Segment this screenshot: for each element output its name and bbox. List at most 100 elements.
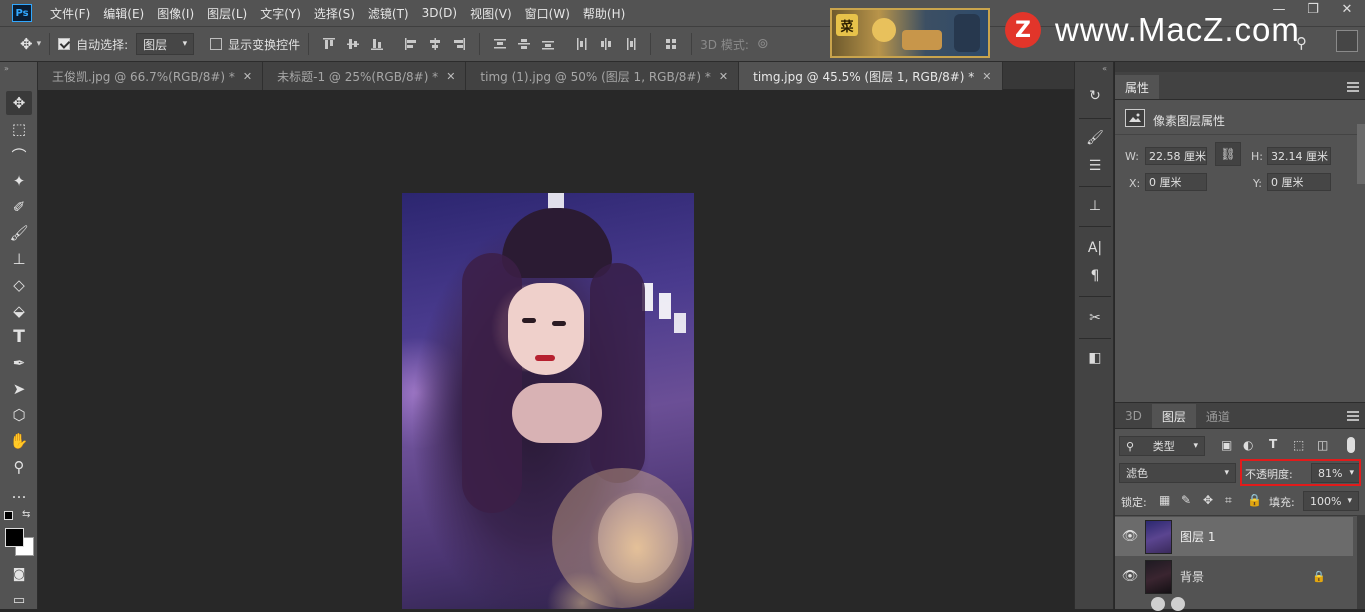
magic-wand-tool-icon[interactable]: ✦ xyxy=(6,169,32,193)
screen-mode-icon[interactable]: ▭ xyxy=(6,588,32,612)
show-transform-checkbox[interactable] xyxy=(210,38,223,50)
foreground-color-swatch[interactable] xyxy=(5,528,24,547)
layer-name[interactable]: 图层 1 xyxy=(1180,528,1215,545)
auto-select-dropdown[interactable]: 图层 ▾ xyxy=(136,33,195,55)
layer-filter-dropdown[interactable]: ⚲ 类型 ▾ xyxy=(1119,436,1205,456)
collapse-icon[interactable]: « xyxy=(1102,64,1107,73)
lock-position-icon[interactable]: ✥ xyxy=(1203,493,1213,507)
menu-view[interactable]: 视图(V) xyxy=(470,5,512,22)
swap-colors-icon[interactable]: ⇆ xyxy=(22,509,30,520)
filter-adjustment-icon[interactable]: ◐ xyxy=(1243,438,1253,452)
align-hcenter-icon[interactable] xyxy=(428,37,442,51)
search-icon[interactable]: ⚲ xyxy=(1296,34,1307,52)
height-field[interactable]: 32.14 厘米 xyxy=(1267,147,1331,165)
move-tool-icon[interactable]: ✥ xyxy=(6,91,32,115)
distribute-left-icon[interactable] xyxy=(575,37,589,51)
y-field[interactable]: 0 厘米 xyxy=(1267,173,1331,191)
menu-filter[interactable]: 滤镜(T) xyxy=(368,5,409,22)
align-bottom-icon[interactable] xyxy=(370,37,384,51)
filter-shape-icon[interactable]: ⬚ xyxy=(1293,438,1304,452)
align-right-icon[interactable] xyxy=(452,37,466,51)
orbit-3d-icon[interactable]: ⊚ xyxy=(757,36,769,52)
layer-row[interactable]: 👁 背景 🔒 xyxy=(1115,557,1353,596)
more-tools-icon[interactable]: … xyxy=(6,481,32,505)
menu-image[interactable]: 图像(I) xyxy=(157,5,194,22)
menu-3d[interactable]: 3D(D) xyxy=(422,6,457,20)
paint-bucket-tool-icon[interactable]: ⬙ xyxy=(6,299,32,323)
navigator-icon[interactable]: ◧ xyxy=(1085,348,1105,368)
filter-type-icon[interactable]: T xyxy=(1269,437,1277,451)
close-icon[interactable]: ✕ xyxy=(243,70,252,83)
canvas-area[interactable] xyxy=(38,90,1074,609)
panel-menu-icon[interactable] xyxy=(1347,411,1359,421)
close-icon[interactable]: ✕ xyxy=(719,70,728,83)
pen-tool-icon[interactable]: ✒ xyxy=(6,351,32,375)
menu-file[interactable]: 文件(F) xyxy=(50,5,90,22)
panel-menu-icon[interactable] xyxy=(1347,82,1359,92)
distribute-right-icon[interactable] xyxy=(623,37,637,51)
tab-channels[interactable]: 通道 xyxy=(1196,404,1240,428)
menu-edit[interactable]: 编辑(E) xyxy=(103,5,144,22)
eyedropper-tool-icon[interactable]: ✐ xyxy=(6,195,32,219)
tab-layers[interactable]: 图层 xyxy=(1151,404,1196,428)
filter-smart-object-icon[interactable]: ◫ xyxy=(1317,438,1328,452)
close-icon[interactable]: ✕ xyxy=(982,70,991,83)
distribute-hcenter-icon[interactable] xyxy=(599,37,613,51)
layer-name[interactable]: 背景 xyxy=(1180,568,1300,585)
workspace-icon[interactable] xyxy=(1336,30,1358,52)
align-left-icon[interactable] xyxy=(404,37,418,51)
tab-doc-3[interactable]: timg (1).jpg @ 50% (图层 1, RGB/8#) * ✕ xyxy=(466,62,740,90)
distribute-bottom-icon[interactable] xyxy=(541,37,555,51)
stamp-tool-icon[interactable]: ⊥ xyxy=(6,247,32,271)
brush-tool-icon[interactable]: 🖌 xyxy=(6,221,32,245)
fill-field[interactable]: 100% ▾ xyxy=(1303,491,1359,511)
width-field[interactable]: 22.58 厘米 xyxy=(1145,147,1207,165)
visibility-eye-icon[interactable]: 👁 xyxy=(1115,569,1145,584)
menu-help[interactable]: 帮助(H) xyxy=(583,5,625,22)
paragraph-icon[interactable]: ¶ xyxy=(1085,266,1105,286)
align-vcenter-icon[interactable] xyxy=(346,37,360,51)
default-colors-icon[interactable] xyxy=(4,511,13,520)
close-window-button[interactable]: ✕ xyxy=(1330,0,1364,18)
zoom-tool-icon[interactable]: ⚲ xyxy=(6,455,32,479)
eraser-tool-icon[interactable]: ◇ xyxy=(6,273,32,297)
lock-transparency-icon[interactable]: ▦ xyxy=(1159,493,1170,507)
hand-tool-icon[interactable]: ✋ xyxy=(6,429,32,453)
path-select-tool-icon[interactable]: ➤ xyxy=(6,377,32,401)
lasso-tool-icon[interactable]: ⌒ xyxy=(6,143,32,167)
menu-type[interactable]: 文字(Y) xyxy=(260,5,301,22)
tab-doc-4[interactable]: timg.jpg @ 45.5% (图层 1, RGB/8#) * ✕ xyxy=(739,62,1003,90)
tab-3d[interactable]: 3D xyxy=(1115,404,1152,428)
restore-button[interactable]: ❐ xyxy=(1296,0,1330,18)
marquee-tool-icon[interactable]: ⬚ xyxy=(6,117,32,141)
tool-presets-icon[interactable]: ✂ xyxy=(1085,308,1105,328)
clone-source-icon[interactable]: ⊥ xyxy=(1085,196,1105,216)
filter-toggle-icon[interactable] xyxy=(1347,437,1355,453)
character-icon[interactable]: A| xyxy=(1085,238,1105,258)
menu-window[interactable]: 窗口(W) xyxy=(525,5,570,22)
move-tool-icon[interactable]: ✥ xyxy=(20,35,33,53)
lock-artboard-icon[interactable]: ⌗ xyxy=(1225,493,1232,508)
auto-align-icon[interactable] xyxy=(664,37,678,51)
history-icon[interactable]: ↻ xyxy=(1085,86,1105,106)
align-top-icon[interactable] xyxy=(322,37,336,51)
link-icon[interactable]: ⛓ xyxy=(1215,142,1241,166)
visibility-eye-icon[interactable]: 👁 xyxy=(1115,529,1145,544)
tab-properties[interactable]: 属性 xyxy=(1115,75,1160,99)
adjustments-icon[interactable]: ☰ xyxy=(1085,156,1105,176)
close-icon[interactable]: ✕ xyxy=(446,70,455,83)
tab-doc-1[interactable]: 王俊凯.jpg @ 66.7%(RGB/8#) * ✕ xyxy=(38,62,264,90)
lock-all-icon[interactable]: 🔒 xyxy=(1247,493,1262,507)
tab-doc-2[interactable]: 未标题-1 @ 25%(RGB/8#) * ✕ xyxy=(263,62,467,90)
lock-pixels-icon[interactable]: ✎ xyxy=(1181,493,1191,507)
distribute-vcenter-icon[interactable] xyxy=(517,37,531,51)
layers-scrollbar[interactable] xyxy=(1357,515,1365,609)
x-field[interactable]: 0 厘米 xyxy=(1145,173,1207,191)
menu-layer[interactable]: 图层(L) xyxy=(207,5,247,22)
menu-select[interactable]: 选择(S) xyxy=(314,5,355,22)
quick-mask-icon[interactable]: ◙ xyxy=(6,562,32,586)
distribute-top-icon[interactable] xyxy=(493,37,507,51)
blend-mode-dropdown[interactable]: 滤色 ▾ xyxy=(1119,463,1236,483)
collapse-icon[interactable]: » xyxy=(4,64,9,73)
document-image[interactable] xyxy=(402,193,694,609)
